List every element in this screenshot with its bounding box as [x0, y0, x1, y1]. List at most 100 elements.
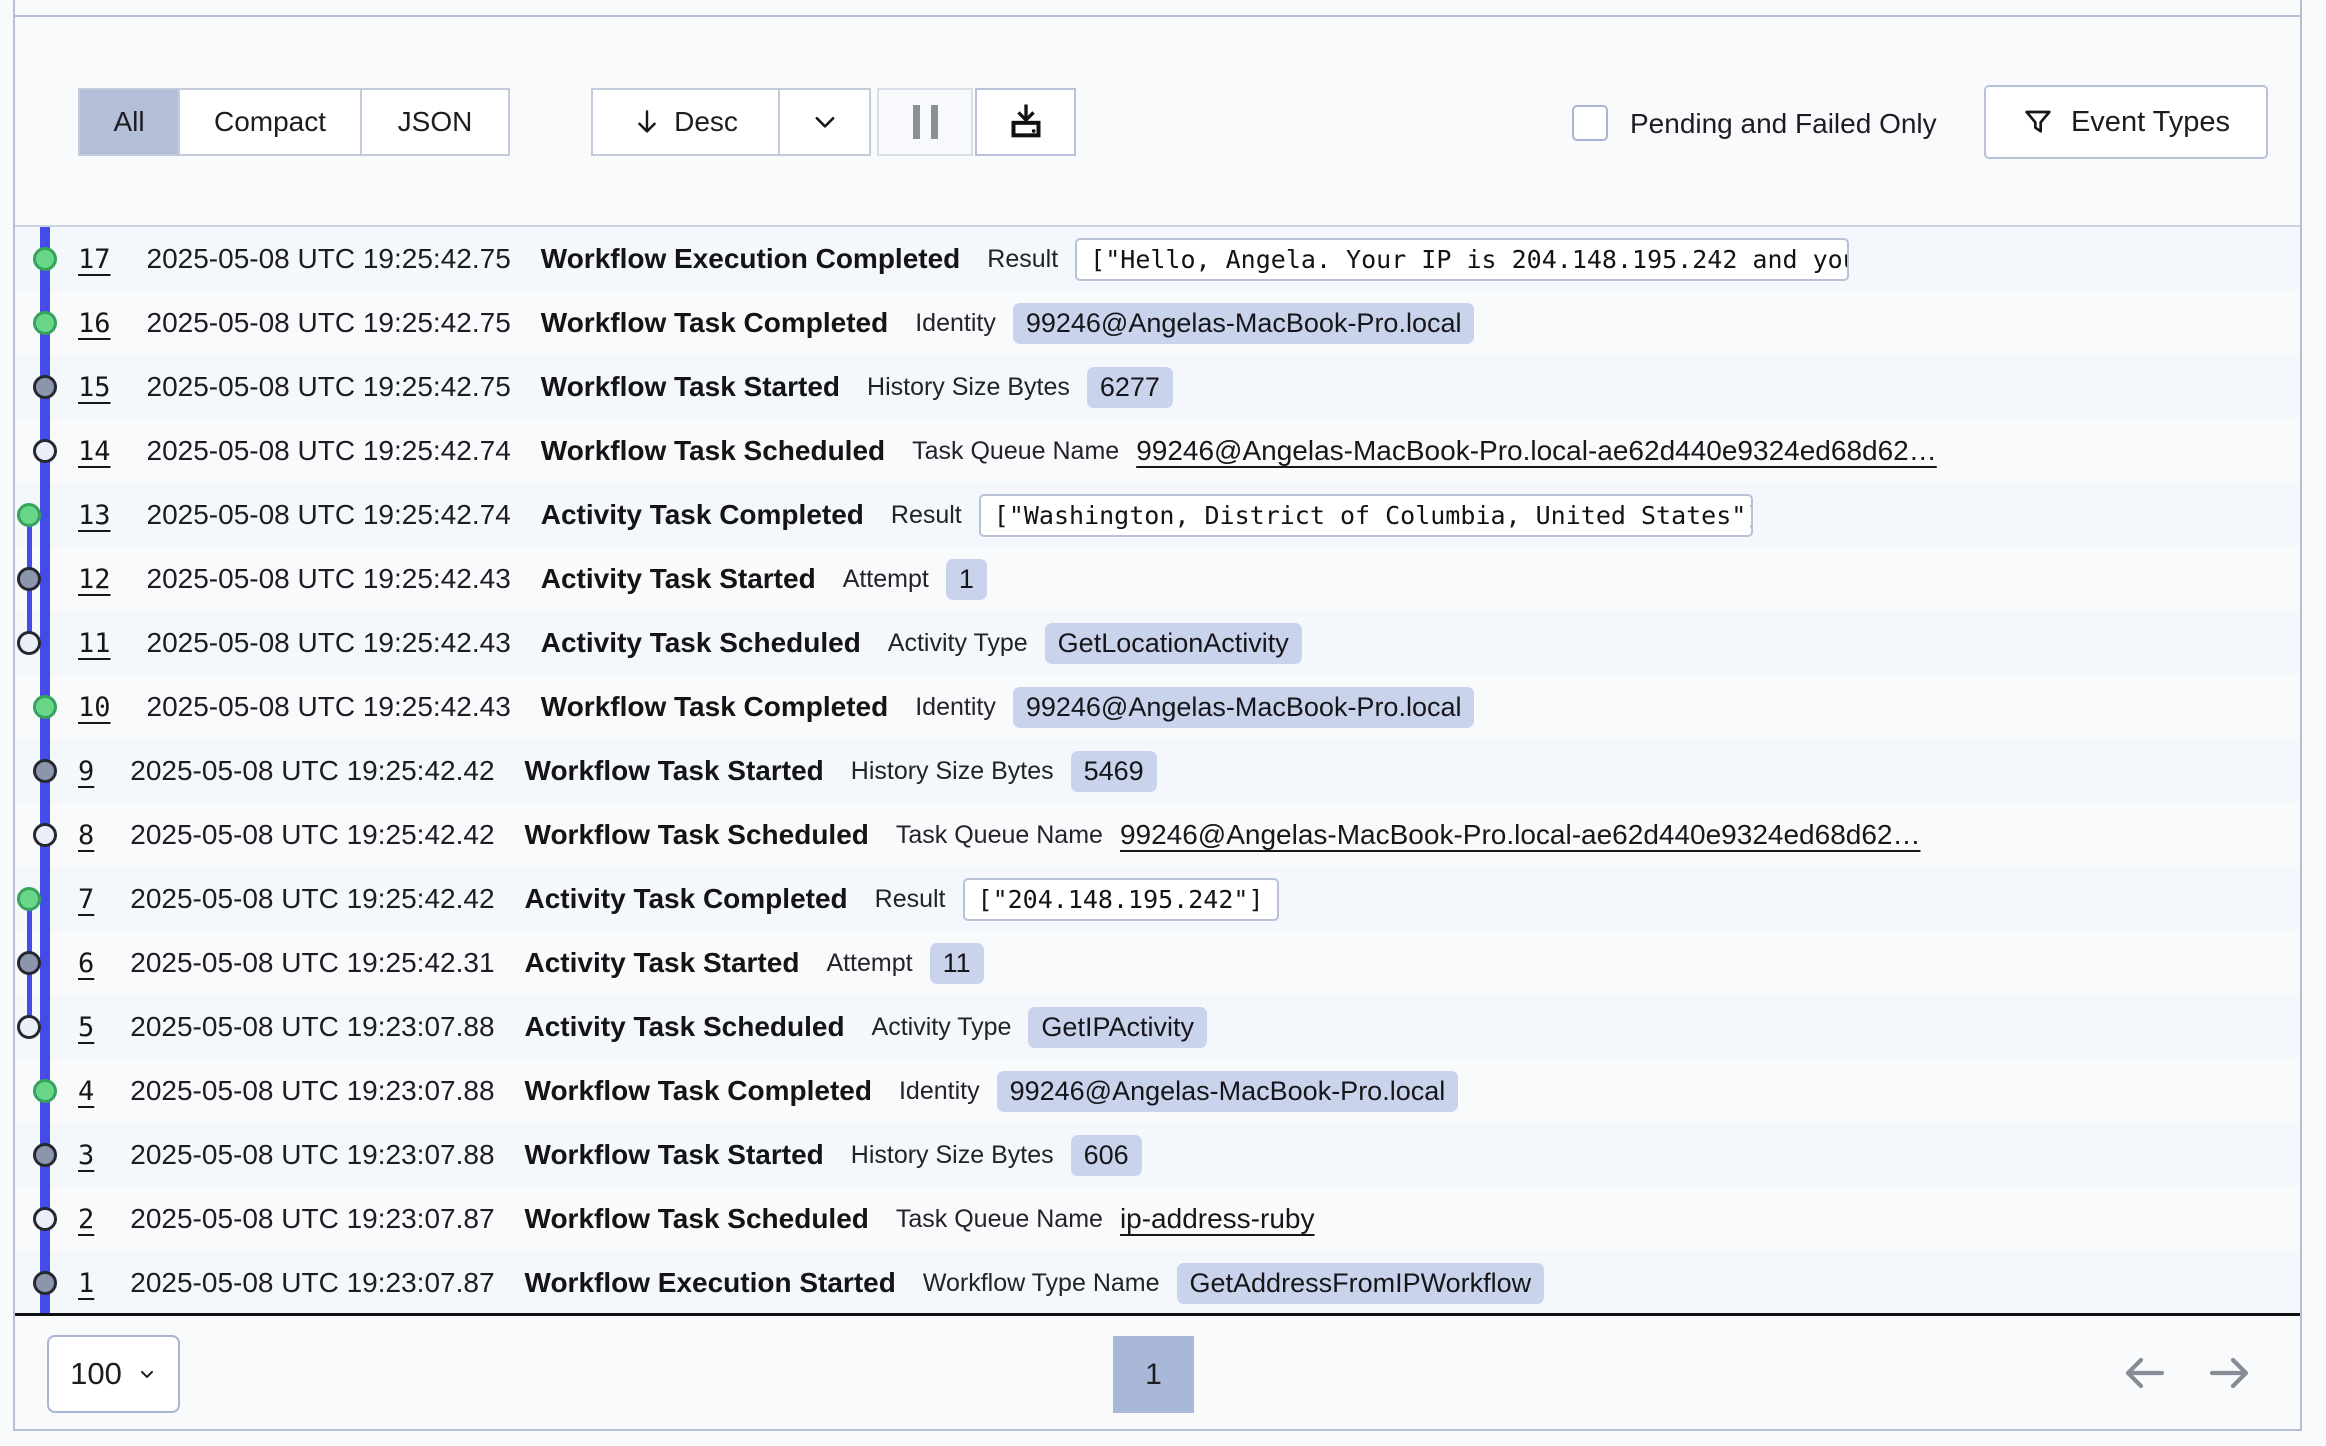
event-row[interactable]: 62025-05-08 UTC 19:25:42.31Activity Task…: [15, 931, 2300, 995]
event-detail-value-badge: 1: [946, 559, 987, 600]
event-history-panel: All Compact JSON Desc Pending and Failed…: [0, 0, 2326, 1446]
event-detail-label: Activity Type: [872, 1013, 1012, 1042]
event-row[interactable]: 72025-05-08 UTC 19:25:42.42Activity Task…: [15, 867, 2300, 931]
event-id-link[interactable]: 6: [78, 948, 94, 979]
event-detail-label: Activity Type: [888, 629, 1028, 658]
event-name: Workflow Task Completed: [541, 307, 888, 339]
chevron-down-icon: [810, 107, 840, 137]
event-detail-label: History Size Bytes: [851, 757, 1054, 786]
event-row[interactable]: 152025-05-08 UTC 19:25:42.75Workflow Tas…: [15, 355, 2300, 419]
event-timestamp: 2025-05-08 UTC 19:25:42.75: [147, 307, 511, 339]
page-size-value: 100: [70, 1356, 122, 1392]
event-id-link[interactable]: 14: [78, 436, 111, 467]
event-detail-label: Task Queue Name: [912, 437, 1119, 466]
event-row[interactable]: 32025-05-08 UTC 19:23:07.88Workflow Task…: [15, 1123, 2300, 1187]
event-id-link[interactable]: 2: [78, 1204, 94, 1235]
event-name: Workflow Task Scheduled: [541, 435, 885, 467]
event-row[interactable]: 92025-05-08 UTC 19:25:42.42Workflow Task…: [15, 739, 2300, 803]
pause-updates-button[interactable]: [877, 88, 973, 156]
event-id-link[interactable]: 17: [78, 244, 111, 275]
event-row[interactable]: 14 2025-05-08 UTC 19:25:42.74 Workflow Tas…: [15, 419, 2300, 483]
tab-compact[interactable]: Compact: [178, 90, 360, 154]
sort-order-dropdown-button[interactable]: [778, 90, 869, 154]
event-timestamp: 2025-05-08 UTC 19:25:42.74: [147, 499, 511, 531]
event-name: Activity Task Scheduled: [525, 1011, 845, 1043]
event-name: Workflow Execution Completed: [541, 243, 961, 275]
event-detail-value-link[interactable]: ip-address-ruby: [1120, 1203, 1315, 1235]
current-page-button[interactable]: 1: [1113, 1336, 1194, 1413]
sort-desc-button[interactable]: Desc: [593, 90, 778, 154]
event-detail-label: Result: [875, 885, 946, 914]
event-timestamp: 2025-05-08 UTC 19:23:07.88: [130, 1075, 494, 1107]
event-detail-label: Task Queue Name: [896, 1205, 1103, 1234]
event-id-link[interactable]: 7: [78, 884, 94, 915]
event-detail-label: Attempt: [826, 949, 912, 978]
view-mode-tabs: All Compact JSON: [78, 88, 510, 156]
event-timestamp: 2025-05-08 UTC 19:23:07.88: [130, 1139, 494, 1171]
event-timestamp: 2025-05-08 UTC 19:23:07.87: [130, 1203, 494, 1235]
event-id-link[interactable]: 8: [78, 820, 94, 851]
event-types-filter-button[interactable]: Event Types: [1984, 85, 2268, 159]
previous-page-arrow-icon[interactable]: [2120, 1349, 2168, 1397]
event-id-link[interactable]: 4: [78, 1076, 94, 1107]
event-id-link[interactable]: 10: [78, 692, 111, 723]
pending-failed-only-checkbox[interactable]: [1572, 105, 1608, 141]
event-id-link[interactable]: 5: [78, 1012, 94, 1043]
event-detail-value-badge: 5469: [1071, 751, 1157, 792]
event-name: Activity Task Completed: [525, 883, 848, 915]
event-row[interactable]: 12025-05-08 UTC 19:23:07.87Workflow Exec…: [15, 1251, 2300, 1315]
download-icon: [1006, 102, 1046, 142]
event-name: Workflow Task Scheduled: [525, 819, 869, 851]
next-page-arrow-icon[interactable]: [2206, 1349, 2254, 1397]
event-id-link[interactable]: 15: [78, 372, 111, 403]
event-name: Workflow Task Completed: [525, 1075, 872, 1107]
event-detail-label: Workflow Type Name: [923, 1269, 1160, 1298]
event-row[interactable]: 16 2025-05-08 UTC 19:25:42.75 Workflow Tas…: [15, 291, 2300, 355]
event-row[interactable]: 13 2025-05-08 UTC 19:25:42.74 Activity Tas…: [15, 483, 2300, 547]
event-name: Activity Task Started: [541, 563, 816, 595]
event-row[interactable]: 172025-05-08 UTC 19:25:42.75Workflow Exe…: [15, 227, 2300, 291]
page-size-select[interactable]: 100: [47, 1335, 180, 1413]
event-timestamp: 2025-05-08 UTC 19:25:42.75: [147, 371, 511, 403]
tab-all[interactable]: All: [80, 90, 178, 154]
event-id-link[interactable]: 13: [78, 500, 111, 531]
event-detail-value-badge: 99246@Angelas-MacBook-Pro.local: [997, 1071, 1459, 1112]
event-id-link[interactable]: 1: [78, 1268, 94, 1299]
event-row[interactable]: 112025-05-08 UTC 19:25:42.43Activity Tas…: [15, 611, 2300, 675]
event-id-link[interactable]: 12: [78, 564, 111, 595]
event-row[interactable]: 52025-05-08 UTC 19:23:07.88Activity Task…: [15, 995, 2300, 1059]
event-rows: 172025-05-08 UTC 19:25:42.75Workflow Exe…: [15, 227, 2300, 1315]
download-history-button[interactable]: [975, 88, 1076, 156]
event-detail-value-badge: 11: [930, 943, 984, 984]
event-detail-value-link[interactable]: 99246@Angelas-MacBook-Pro.local-ae62d440…: [1136, 435, 1937, 467]
chevron-down-icon: [137, 1364, 157, 1384]
event-row[interactable]: 82025-05-08 UTC 19:25:42.42Workflow Task…: [15, 803, 2300, 867]
event-detail-label: Task Queue Name: [896, 821, 1103, 850]
panel-top-border: [13, 15, 2302, 17]
event-id-link[interactable]: 16: [78, 308, 111, 339]
event-id-link[interactable]: 11: [78, 628, 111, 659]
event-detail-value-badge: 6277: [1087, 367, 1173, 408]
event-name: Workflow Execution Started: [525, 1267, 896, 1299]
event-row[interactable]: 122025-05-08 UTC 19:25:42.43Activity Tas…: [15, 547, 2300, 611]
sort-order-split-button: Desc: [591, 88, 871, 156]
event-id-link[interactable]: 3: [78, 1140, 94, 1171]
table-bottom-border: [15, 1313, 2300, 1316]
event-name: Workflow Task Started: [525, 755, 824, 787]
event-id-link[interactable]: 9: [78, 756, 94, 787]
event-row[interactable]: 102025-05-08 UTC 19:25:42.43Workflow Tas…: [15, 675, 2300, 739]
event-timestamp: 2025-05-08 UTC 19:25:42.43: [147, 627, 511, 659]
event-detail-label: History Size Bytes: [867, 373, 1070, 402]
event-timestamp: 2025-05-08 UTC 19:25:42.74: [147, 435, 511, 467]
tab-json[interactable]: JSON: [360, 90, 508, 154]
event-row[interactable]: 22025-05-08 UTC 19:23:07.87Workflow Task…: [15, 1187, 2300, 1251]
event-name: Activity Task Completed: [541, 499, 864, 531]
event-timestamp: 2025-05-08 UTC 19:25:42.31: [130, 947, 494, 979]
event-detail-label: Identity: [915, 693, 996, 722]
event-row[interactable]: 4 2025-05-08 UTC 19:23:07.88 Workflow Task…: [15, 1059, 2300, 1123]
event-detail-value-badge: GetIPActivity: [1028, 1007, 1207, 1048]
arrow-down-icon: [633, 108, 661, 136]
event-timestamp: 2025-05-08 UTC 19:25:42.43: [147, 691, 511, 723]
event-detail-value-link[interactable]: 99246@Angelas-MacBook-Pro.local-ae62d440…: [1120, 819, 1921, 851]
event-detail-value-badge: GetLocationActivity: [1045, 623, 1302, 664]
